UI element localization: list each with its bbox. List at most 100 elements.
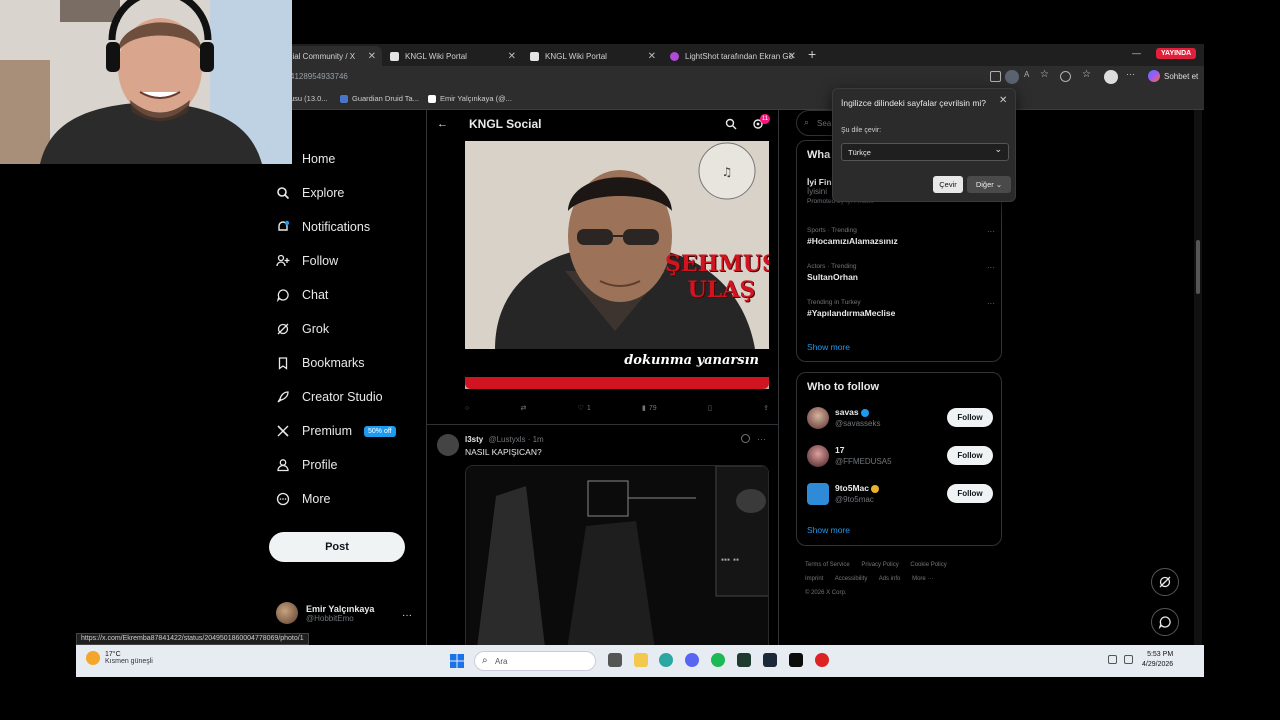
taskbar-search[interactable]: ⌕ Ara <box>474 651 596 671</box>
tab-kngl-wiki-1[interactable]: KNGL Wiki Portal ✕ <box>382 46 522 66</box>
search-placeholder: Sea <box>817 119 832 128</box>
close-tab-icon[interactable]: ✕ <box>368 51 376 62</box>
favorites-icon[interactable]: ☆ <box>1082 69 1093 80</box>
close-tab-icon[interactable]: ✕ <box>648 51 656 62</box>
show-more-link[interactable]: Show more <box>807 525 850 535</box>
weather-widget[interactable]: 17°C Kısmen güneşli <box>86 651 153 665</box>
follow-suggestion[interactable]: savas @savasseks Follow <box>807 405 993 433</box>
refresh-icon[interactable] <box>1060 71 1071 82</box>
avatar <box>807 407 829 429</box>
share-icon[interactable]: ⇪ <box>763 404 769 412</box>
grok-floating-button[interactable] <box>1151 568 1179 596</box>
windows-start-icon[interactable] <box>450 654 464 668</box>
search-icon[interactable] <box>725 118 737 130</box>
footer-link[interactable]: Imprint <box>805 576 823 582</box>
nav-creator-studio[interactable]: Creator Studio <box>276 390 383 404</box>
repost-icon[interactable]: ⇄ <box>520 404 526 412</box>
account-switcher[interactable]: Emir Yalçınkaya @HobbitEmo <box>276 602 374 624</box>
translate-button[interactable]: Çevir <box>933 176 963 193</box>
bookmark-icon[interactable]: ▯ <box>708 404 712 412</box>
bookmark-item[interactable]: Guardian Druid Ta... <box>340 94 419 103</box>
nav-explore[interactable]: Explore <box>276 186 344 200</box>
taskbar-clock[interactable]: 5:53 PM 4/29/2026 <box>1142 650 1173 670</box>
trend-item[interactable]: Sports · Trending #HocamızıAlamazsınız ·… <box>807 227 995 246</box>
reply-icon[interactable]: ○ <box>465 404 469 412</box>
follow-suggestion[interactable]: 17 @FFMEDUSA5 Follow <box>807 443 993 471</box>
edge-icon[interactable] <box>659 653 673 667</box>
file-explorer-icon[interactable] <box>634 653 648 667</box>
messages-floating-button[interactable] <box>1151 608 1179 636</box>
follow-suggestion[interactable]: 9to5Mac @9to5mac Follow <box>807 481 993 509</box>
more-options-button[interactable]: Diğer ⌄ <box>967 176 1011 193</box>
new-tab-icon[interactable]: + <box>808 46 816 62</box>
account-more-icon[interactable]: ··· <box>402 610 412 621</box>
tray-chevron-icon[interactable]: ˄ <box>1092 653 1101 662</box>
translate-icon[interactable] <box>1005 70 1019 84</box>
more-menu-icon[interactable]: ··· <box>1126 69 1137 80</box>
discord-icon[interactable] <box>685 653 699 667</box>
follow-button[interactable]: Follow <box>947 446 993 465</box>
show-more-link[interactable]: Show more <box>807 342 850 352</box>
trend-more-icon[interactable]: ··· <box>987 299 995 308</box>
footer-link[interactable]: Cookie Policy <box>910 562 946 568</box>
post-button[interactable]: Post <box>269 532 405 562</box>
footer-link[interactable]: More ··· <box>912 576 933 582</box>
terminal-icon[interactable] <box>737 653 751 667</box>
task-view-icon[interactable] <box>608 653 622 667</box>
bookmark-item[interactable]: usu (13.0... <box>290 94 328 103</box>
tab-lightshot[interactable]: LightShot tarafından Ekran Görünt ✕ <box>662 46 802 66</box>
bookmark-label: usu (13.0... <box>290 94 328 103</box>
nav-notifications[interactable]: Notifications <box>276 220 370 234</box>
bookmark-item[interactable]: Emir Yalçınkaya (@... <box>428 94 512 103</box>
tweet-media-image[interactable]: ▪▪▪ ▪▪ <box>465 465 769 653</box>
nav-bookmarks[interactable]: Bookmarks <box>276 356 365 370</box>
steam-icon[interactable] <box>763 653 777 667</box>
tweet-author-name[interactable]: l3sty <box>465 435 483 444</box>
nav-grok[interactable]: Grok <box>276 322 329 336</box>
close-tab-icon[interactable]: ✕ <box>508 51 516 62</box>
tab-kngl-wiki-2[interactable]: KNGL Wiki Portal ✕ <box>522 46 662 66</box>
back-arrow-icon[interactable]: ← <box>437 118 448 130</box>
close-tab-icon[interactable]: ✕ <box>788 51 796 62</box>
network-icon[interactable] <box>1124 655 1133 664</box>
read-aloud-icon[interactable]: A <box>1024 70 1035 81</box>
follow-button[interactable]: Follow <box>947 484 993 503</box>
follow-button[interactable]: Follow <box>947 408 993 427</box>
footer-link[interactable]: Accessibility <box>835 576 868 582</box>
nav-chat[interactable]: Chat <box>276 288 328 302</box>
views-button[interactable]: ▮ 79 <box>642 404 657 413</box>
star-icon[interactable]: ☆ <box>1040 69 1051 80</box>
nav-profile[interactable]: Profile <box>276 458 337 472</box>
nav-premium[interactable]: Premium 50% off <box>276 424 396 438</box>
trend-item[interactable]: Trending in Turkey #YapılandırmaMeclise … <box>807 299 995 318</box>
community-cover-image[interactable]: ♫ ŞEHMUS ULAŞ dokunma yanarsın <box>465 141 769 389</box>
close-icon[interactable]: ✕ <box>999 95 1007 106</box>
page-scrollbar[interactable] <box>1194 110 1202 653</box>
app-icon[interactable] <box>789 653 803 667</box>
avatar[interactable] <box>437 434 459 456</box>
copilot-button[interactable]: Sohbet et <box>1148 70 1198 82</box>
apps-icon[interactable] <box>990 71 1001 82</box>
spotify-icon[interactable] <box>711 653 725 667</box>
trend-more-icon[interactable]: ··· <box>987 227 995 236</box>
nav-follow[interactable]: Follow <box>276 254 338 268</box>
scrollbar-thumb[interactable] <box>1196 240 1200 294</box>
minimize-icon[interactable]: — <box>1132 48 1141 58</box>
language-select[interactable]: Türkçe <box>841 143 1009 161</box>
footer-link[interactable]: Terms of Service <box>805 562 850 568</box>
like-button[interactable]: ♡ 1 <box>578 404 591 413</box>
profile-avatar-icon[interactable] <box>1104 70 1118 84</box>
grok-icon[interactable] <box>741 434 750 443</box>
tweet-more-icon[interactable]: ··· <box>757 434 766 444</box>
nav-more[interactable]: More <box>276 492 330 506</box>
footer-link[interactable]: Ads info <box>879 576 901 582</box>
status-url: https://x.com/Ekremba87841422/status/204… <box>76 633 309 645</box>
trend-item[interactable]: Actors · Trending SultanOrhan ··· <box>807 263 995 282</box>
trend-more-icon[interactable]: ··· <box>987 263 995 272</box>
footer-link[interactable]: Privacy Policy <box>861 562 898 568</box>
tweet-time[interactable]: 1m <box>533 435 544 444</box>
mic-icon[interactable] <box>1108 655 1117 664</box>
tweet-handle[interactable]: @Lustyxls <box>488 435 525 444</box>
url-text[interactable]: 4128954933746 <box>290 72 348 81</box>
obs-icon[interactable] <box>815 653 829 667</box>
